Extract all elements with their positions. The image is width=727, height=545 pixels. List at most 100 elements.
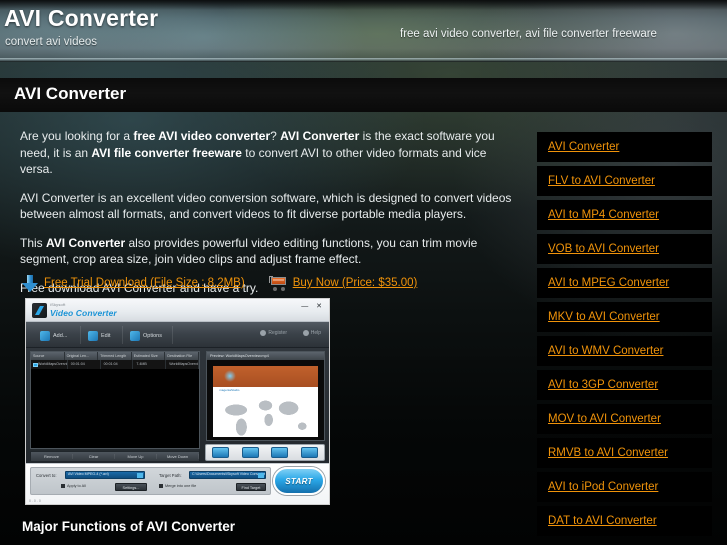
toolbar-separator-2 (122, 326, 123, 344)
app-options-label: Options (143, 332, 162, 339)
sidebar-link-4[interactable]: AVI to MPEG Converter (548, 277, 669, 289)
toolbar-separator-3 (172, 326, 173, 344)
banner-divider (0, 58, 727, 62)
app-register-label: Register (268, 330, 287, 336)
play-icon (212, 447, 230, 458)
help-icon (302, 330, 309, 336)
fullscreen-icon (300, 447, 318, 458)
sidebar-link-10[interactable]: AVI to iPod Converter (548, 481, 658, 493)
col-estimated-size: Estimated Size (132, 352, 166, 360)
major-functions-heading: Major Functions of AVI Converter (22, 519, 236, 534)
sidebar-link-0[interactable]: AVI Converter (548, 141, 619, 153)
app-add-button: Add... (40, 328, 67, 343)
sidebar-link-6[interactable]: AVI to WMV Converter (548, 345, 663, 357)
sidebar-item-avi-to-ipod[interactable]: AVI to iPod Converter (537, 472, 712, 502)
merge-into-one-label: Merge into one file (165, 484, 197, 488)
shopping-cart-icon (268, 275, 288, 291)
sidebar-item-avi-converter[interactable]: AVI Converter (537, 132, 712, 162)
app-help-label: Help (310, 330, 321, 336)
sidebar-link-9[interactable]: RMVB to AVI Converter (548, 447, 668, 459)
apply-to-all-checkbox: Apply to All (61, 484, 86, 488)
sidebar-item-mov-to-avi[interactable]: MOV to AVI Converter (537, 404, 712, 434)
cell-estimated-size: 7.4MB (133, 360, 167, 369)
site-tagline: convert avi videos (5, 36, 98, 48)
editing-text-a: This (20, 235, 47, 250)
sidebar-link-11[interactable]: DAT to AVI Converter (548, 515, 657, 527)
remove-button: Remove (31, 454, 73, 459)
file-list-row: WorldMapsOvervie... 00:01:04 00:01:04 7.… (31, 360, 199, 369)
sidebar-link-5[interactable]: MKV to AVI Converter (548, 311, 660, 323)
app-vendor-name: iSkysoft (50, 302, 66, 307)
convert-to-select: AVI Video MPEG-4 (*.avi) (65, 471, 145, 479)
app-status-text: 0.0.0 (29, 499, 42, 503)
intro-bold-1: free AVI video converter (133, 129, 271, 143)
free-trial-download-link[interactable]: Free Trial Download (File Size : 8.2MB) (44, 277, 245, 289)
sidebar-link-8[interactable]: MOV to AVI Converter (548, 413, 661, 425)
intro-bold-2: AVI Converter (280, 129, 360, 143)
find-target-button: Find Target (236, 483, 266, 491)
app-edit-label: Edit (101, 332, 111, 339)
sidebar-item-avi-to-mpeg[interactable]: AVI to MPEG Converter (537, 268, 712, 298)
sidebar-link-1[interactable]: FLV to AVI Converter (548, 175, 655, 187)
intro-bold-3: AVI file converter freeware (91, 145, 242, 160)
sidebar-item-mkv-to-avi[interactable]: MKV to AVI Converter (537, 302, 712, 332)
target-path-value: C:\Users\Documents\iSkysoft Video Conver… (192, 472, 265, 476)
sidebar-item-avi-to-wmv[interactable]: AVI to WMV Converter (537, 336, 712, 366)
checkbox-icon (61, 484, 65, 488)
app-preview-panel: Preview: WorldMapsOverview.mp4 magentaSt… (206, 351, 325, 441)
toolbar-separator-1 (80, 326, 81, 344)
app-product-name: Video Converter (50, 308, 117, 318)
add-icon (40, 330, 50, 341)
move-up-button: Move Up (115, 454, 157, 459)
settings-button: Settings... (115, 483, 147, 491)
col-source: Source (31, 352, 65, 360)
preview-world-map (213, 391, 318, 437)
window-controls: — ✕ (301, 303, 325, 310)
action-links-row: Free Trial Download (File Size : 8.2MB) … (22, 272, 502, 294)
preview-banner-band (213, 366, 318, 388)
cell-original-length: 00:01:04 (68, 360, 101, 369)
stop-icon (241, 447, 259, 458)
app-options-button: Options (130, 328, 162, 343)
sidebar-item-avi-to-mp4[interactable]: AVI to MP4 Converter (537, 200, 712, 230)
app-title-bar: iSkysoft Video Converter — ✕ (26, 299, 329, 322)
intro-text-a: Are you looking for a (20, 129, 134, 143)
file-list-buttons: Remove Clear Move Up Move Down (30, 451, 200, 462)
editing-bold: AVI Converter (46, 235, 126, 250)
site-title: AVI Converter (4, 5, 159, 31)
conversion-settings-panel: Convert to: AVI Video MPEG-4 (*.avi) Tar… (30, 467, 271, 495)
sidebar-link-3[interactable]: VOB to AVI Converter (548, 243, 659, 255)
site-banner: AVI Converter convert avi videos free av… (0, 0, 727, 62)
row-checkbox-icon (32, 362, 38, 367)
folder-icon (258, 472, 264, 478)
col-original-length: Original Len... (65, 352, 99, 360)
target-path-field: C:\Users\Documents\iSkysoft Video Conver… (189, 471, 266, 479)
download-arrow-icon (22, 274, 38, 292)
app-file-list: Source Original Len... Trimmed Length Es… (30, 351, 200, 449)
start-conversion-button: START (273, 467, 325, 495)
sidebar-item-dat-to-avi[interactable]: DAT to AVI Converter (537, 506, 712, 536)
app-body: Source Original Len... Trimmed Length Es… (26, 348, 329, 463)
convert-to-label: Convert to: (36, 473, 57, 478)
sidebar-item-flv-to-avi[interactable]: FLV to AVI Converter (537, 166, 712, 196)
sidebar-link-2[interactable]: AVI to MP4 Converter (548, 209, 659, 221)
paragraph-description: AVI Converter is an excellent video conv… (20, 190, 512, 222)
convert-to-value: AVI Video MPEG-4 (*.avi) (68, 472, 109, 476)
sidebar-item-rmvb-to-avi[interactable]: RMVB to AVI Converter (537, 438, 712, 468)
merge-into-one-checkbox: Merge into one file (159, 484, 196, 488)
sidebar-navigation: AVI Converter FLV to AVI Converter AVI t… (537, 132, 712, 540)
paragraph-editing: This AVI Converter also provides powerfu… (20, 235, 516, 268)
buy-now-link[interactable]: Buy Now (Price: $35.00) (293, 277, 418, 289)
target-path-label: Target Path: (159, 473, 182, 478)
product-screenshot: iSkysoft Video Converter — ✕ Add... Edit… (25, 298, 330, 505)
sidebar-item-vob-to-avi[interactable]: VOB to AVI Converter (537, 234, 712, 264)
chevron-down-icon (137, 472, 143, 478)
sidebar-link-7[interactable]: AVI to 3GP Converter (548, 379, 658, 391)
preview-video-frame: magentaStudio (213, 366, 318, 437)
app-help-button: Help (302, 330, 321, 336)
preview-controls (205, 444, 325, 461)
key-icon (260, 330, 267, 336)
sidebar-item-avi-to-3gp[interactable]: AVI to 3GP Converter (537, 370, 712, 400)
file-list-header: Source Original Len... Trimmed Length Es… (31, 352, 199, 360)
app-footer: Convert to: AVI Video MPEG-4 (*.avi) Tar… (26, 463, 329, 504)
